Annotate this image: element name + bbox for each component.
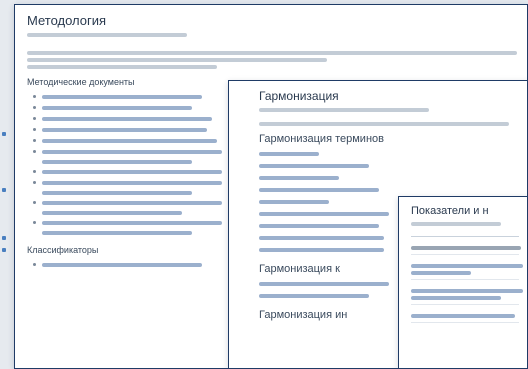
- card-row[interactable]: [411, 237, 521, 255]
- text-line: [27, 58, 327, 62]
- text-line: [259, 122, 509, 126]
- list-item[interactable]: [259, 160, 527, 172]
- card-row[interactable]: [411, 305, 519, 323]
- list-item[interactable]: [259, 148, 527, 160]
- window-harmonization-title: Гармонизация: [259, 89, 339, 103]
- text-line: [27, 51, 517, 55]
- window-harmonization-meta: [259, 108, 429, 112]
- indicators-card: [411, 236, 523, 323]
- window-indicators-meta: [411, 222, 501, 226]
- section-heading-terms: Гармонизация терминов: [259, 133, 384, 145]
- window-indicators[interactable]: Показатели и н: [398, 196, 528, 369]
- background-left-marks: [2, 0, 10, 369]
- window-indicators-title: Показатели и н: [411, 205, 489, 217]
- window-methodology-intro: [27, 51, 527, 69]
- window-methodology-meta: [27, 33, 187, 37]
- card-row[interactable]: [411, 280, 523, 305]
- text-line: [27, 65, 217, 69]
- window-methodology-title: Методология: [27, 13, 107, 28]
- list-item[interactable]: [259, 172, 527, 184]
- list-item[interactable]: [259, 184, 527, 196]
- background-mark: [2, 132, 6, 136]
- background-mark: [2, 188, 6, 192]
- background-mark: [2, 236, 6, 240]
- background-mark: [2, 248, 6, 252]
- card-row[interactable]: [411, 255, 523, 280]
- window-harmonization-intro: [259, 122, 527, 126]
